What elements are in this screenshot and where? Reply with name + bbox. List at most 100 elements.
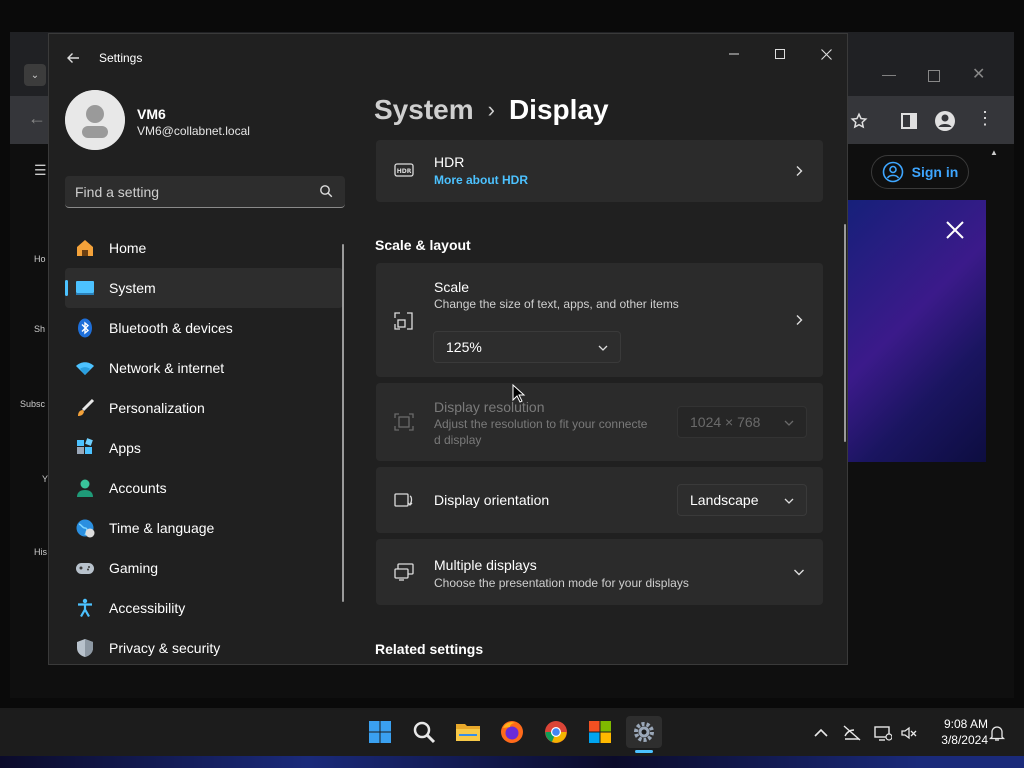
taskbar-clock[interactable]: 9:08 AM 3/8/2024 [918, 716, 988, 748]
sidebar-item-privacy[interactable]: Privacy & security [65, 628, 343, 668]
tab-list-icon[interactable]: ⌄ [24, 64, 46, 86]
bg-nav-subscriptions[interactable]: Subsc [20, 399, 45, 409]
gamepad-icon [76, 563, 94, 574]
resolution-subtitle: Adjust the resolution to fit your connec… [434, 417, 648, 431]
orientation-dropdown[interactable]: Landscape [677, 484, 807, 516]
display-orientation-card: Display orientation Landscape [376, 467, 823, 533]
multiple-displays-card[interactable]: Multiple displays Choose the presentatio… [376, 539, 823, 605]
sidebar-item-time-language[interactable]: Time & language [65, 508, 343, 548]
chevron-up-icon[interactable] [812, 724, 830, 742]
display-icon[interactable] [874, 724, 892, 742]
scale-title: Scale [434, 279, 470, 295]
close-icon [820, 48, 832, 60]
section-heading-scale-layout: Scale & layout [375, 237, 471, 253]
taskbar-store[interactable] [584, 716, 616, 748]
avatar[interactable] [65, 90, 125, 150]
sidebar-item-accounts[interactable]: Accounts [65, 468, 343, 508]
settings-icon [634, 722, 654, 742]
search-box[interactable] [65, 176, 345, 208]
shield-icon [77, 639, 93, 657]
chevron-right-icon [796, 315, 803, 325]
sidebar-nav: Home System Bluetooth & devices Network … [65, 228, 343, 668]
sidebar-item-network[interactable]: Network & internet [65, 348, 343, 388]
network-disconnected-icon[interactable] [843, 724, 861, 742]
breadcrumb-system-link[interactable]: System [374, 94, 474, 126]
sidebar-item-system[interactable]: System [65, 268, 343, 308]
hdr-icon: HDR [394, 163, 414, 177]
clock-time: 9:08 AM [943, 717, 988, 731]
side-panel-icon[interactable] [900, 112, 918, 130]
volume-muted-icon[interactable] [900, 724, 918, 742]
store-icon [589, 721, 611, 743]
minimize-icon [729, 53, 739, 55]
firefox-icon [501, 721, 523, 743]
content-scrollbar[interactable] [844, 224, 846, 442]
back-button[interactable] [61, 46, 85, 70]
chrome-icon [545, 721, 567, 743]
close-icon[interactable] [944, 219, 966, 241]
bg-nav-home[interactable]: Ho [34, 254, 46, 264]
clock-date: 3/8/2024 [941, 733, 988, 747]
maximize-button[interactable] [757, 38, 803, 70]
chevron-down-icon [784, 420, 794, 426]
search-icon[interactable] [319, 184, 333, 198]
sign-in-button[interactable]: Sign in [871, 155, 969, 189]
taskbar-settings[interactable] [626, 716, 662, 748]
sidebar-item-accessibility[interactable]: Accessibility [65, 588, 343, 628]
maximize-icon [775, 49, 785, 59]
profile-icon[interactable] [934, 110, 956, 132]
chevron-right-icon [796, 166, 803, 176]
system-icon [76, 281, 94, 295]
taskbar-chrome[interactable] [540, 716, 572, 748]
user-circle-icon [882, 161, 903, 183]
bg-menu-icon[interactable]: ☰ [34, 162, 47, 179]
taskbar-file-explorer[interactable] [452, 716, 484, 748]
sidebar-item-label: Time & language [109, 520, 215, 536]
hdr-card[interactable]: HDR HDR More about HDR [376, 140, 823, 202]
bluetooth-icon [78, 318, 92, 338]
user-avatar-icon [65, 90, 125, 150]
sidebar-item-label: Network & internet [109, 360, 225, 376]
mouse-cursor-icon [512, 384, 526, 403]
page-title: Display [508, 94, 609, 125]
sidebar-item-home[interactable]: Home [65, 228, 343, 268]
sidebar-item-label: Accounts [109, 480, 167, 496]
minimize-button[interactable] [711, 38, 757, 70]
browser-maximize-icon[interactable] [928, 70, 940, 82]
sidebar-item-label: Bluetooth & devices [109, 320, 233, 336]
start-button[interactable] [364, 716, 396, 748]
file-explorer-icon [456, 724, 480, 741]
scale-dropdown[interactable]: 125% [433, 331, 621, 363]
orientation-icon [394, 493, 413, 507]
sidebar-item-bluetooth[interactable]: Bluetooth & devices [65, 308, 343, 348]
sidebar-scrollbar[interactable] [342, 244, 344, 602]
search-input[interactable] [75, 183, 315, 200]
browser-close-icon[interactable]: ✕ [972, 64, 985, 84]
globe-icon [76, 519, 95, 538]
scale-card[interactable]: Scale Change the size of text, apps, and… [376, 263, 823, 377]
browser-minimize-icon[interactable]: — [882, 66, 896, 82]
bg-scroll-up-icon[interactable]: ▲ [990, 148, 998, 157]
browser-menu-icon[interactable]: ⋮ [976, 108, 994, 129]
sidebar-item-apps[interactable]: Apps [65, 428, 343, 468]
notification-bell-icon[interactable] [988, 724, 1006, 742]
sidebar-item-gaming[interactable]: Gaming [65, 548, 343, 588]
svg-text:HDR: HDR [397, 168, 412, 175]
bg-nav-shorts[interactable]: Sh [34, 324, 45, 334]
arrow-left-icon [67, 53, 79, 63]
breadcrumb: System › Display [374, 90, 609, 130]
taskbar-firefox[interactable] [496, 716, 528, 748]
sidebar-item-label: Home [109, 240, 147, 256]
bg-nav-history[interactable]: His [34, 547, 47, 557]
window-title: Settings [99, 51, 143, 65]
desktop-wallpaper-strip [0, 756, 1024, 768]
brush-icon [78, 398, 95, 416]
close-button[interactable] [803, 38, 849, 70]
sidebar-item-personalization[interactable]: Personalization [65, 388, 343, 428]
resolution-value: 1024 × 768 [690, 414, 761, 430]
taskbar-search-button[interactable] [408, 716, 440, 748]
more-about-hdr-link[interactable]: More about HDR [434, 173, 528, 187]
sidebar-item-label: Accessibility [109, 600, 186, 616]
browser-back-icon[interactable]: ← [28, 108, 46, 129]
bookmark-star-icon[interactable] [850, 112, 868, 130]
